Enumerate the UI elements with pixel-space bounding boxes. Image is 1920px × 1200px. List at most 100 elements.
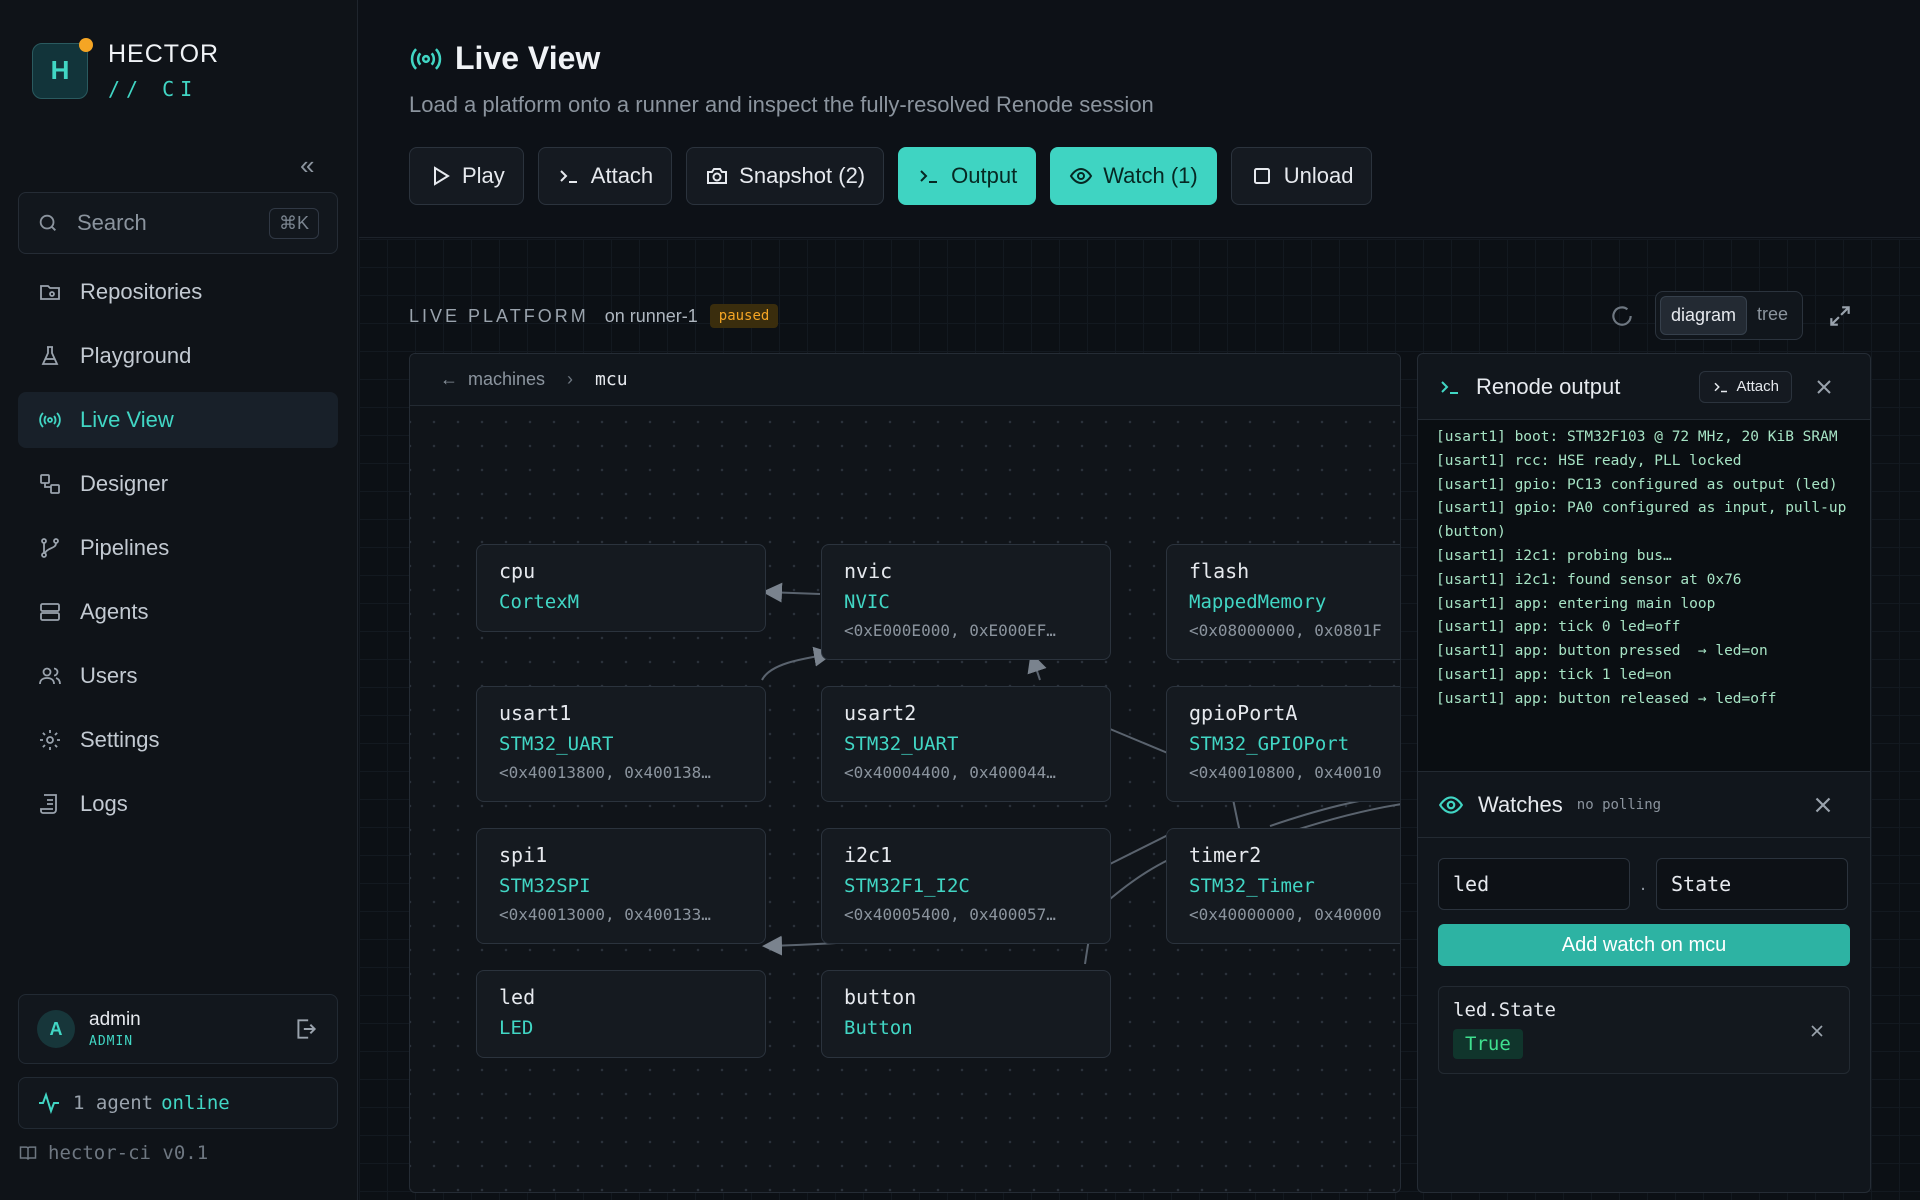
- log-line: [usart1] app: tick 1 led=on: [1436, 666, 1672, 683]
- peripheral-input[interactable]: [1438, 858, 1630, 910]
- sidebar-item-playground[interactable]: Playground: [18, 328, 338, 384]
- sidebar-item-designer[interactable]: Designer: [18, 456, 338, 512]
- node-range: <0x40005400, 0x400057…: [844, 905, 1056, 924]
- sidebar-item-repositories[interactable]: Repositories: [18, 264, 338, 320]
- sidebar-item-live-view[interactable]: Live View: [18, 392, 338, 448]
- unload-label: Unload: [1283, 163, 1354, 188]
- attach-label: Attach: [590, 163, 654, 188]
- close-icon[interactable]: [1810, 792, 1836, 818]
- output-title: Renode output: [1476, 373, 1621, 399]
- collapse-sidebar-icon[interactable]: «: [300, 150, 314, 181]
- node-gpioporta[interactable]: gpioPortA STM32_GPIOPort <0x40010800, 0x…: [1166, 686, 1400, 802]
- activity-icon: [39, 1091, 59, 1115]
- play-button[interactable]: Play: [409, 147, 524, 205]
- output-button[interactable]: Output: [898, 147, 1037, 205]
- node-name: button: [844, 985, 917, 1009]
- node-range: <0xE000E000, 0xE000EF…: [844, 621, 1056, 640]
- gear-icon: [40, 730, 60, 750]
- attach-button[interactable]: Attach: [537, 147, 673, 205]
- brand-name: HECTOR: [108, 40, 220, 68]
- edge-i2c-timer-b: [1109, 858, 1171, 900]
- node-type: STM32_Timer: [1189, 875, 1315, 897]
- watch-label: Watch (1): [1103, 163, 1198, 188]
- sidebar-item-logs[interactable]: Logs: [18, 776, 338, 832]
- view-mode-diagram[interactable]: diagram: [1660, 296, 1748, 335]
- node-usart1[interactable]: usart1 STM32_UART <0x40013800, 0x400138…: [476, 686, 766, 802]
- logs-icon: [40, 794, 57, 814]
- runner-label: on runner-1: [604, 305, 698, 326]
- node-timer2[interactable]: timer2 STM32_Timer <0x40000000, 0x40000: [1166, 828, 1400, 944]
- search-icon: [39, 214, 56, 231]
- sidebar-item-agents[interactable]: Agents: [18, 584, 338, 640]
- watch-form: .: [1418, 838, 1870, 910]
- sidebar-item-label: Settings: [80, 727, 160, 752]
- sidebar-item-label: Agents: [80, 599, 149, 624]
- sidebar-item-label: Repositories: [80, 279, 203, 304]
- node-name: nvic: [844, 559, 893, 583]
- node-spi1[interactable]: spi1 STM32SPI <0x40013000, 0x400133…: [476, 828, 766, 944]
- agents-status[interactable]: 1 agent online: [18, 1077, 338, 1129]
- node-nvic[interactable]: nvic NVIC <0xE000E000, 0xE000EF…: [821, 544, 1111, 660]
- node-flash[interactable]: flash MappedMemory <0x08000000, 0x0801F: [1166, 544, 1400, 660]
- sidebar-item-label: Pipelines: [80, 535, 170, 560]
- expand-icon[interactable]: [1827, 303, 1853, 329]
- node-type: NVIC: [844, 591, 890, 613]
- terminal-icon: [1441, 380, 1458, 394]
- output-log[interactable]: [usart1] boot: STM32F103 @ 72 MHz, 20 Ki…: [1418, 420, 1870, 772]
- agents-online-label: online: [161, 1092, 230, 1114]
- node-cpu[interactable]: cpu CortexM: [476, 544, 766, 632]
- output-header: Renode output Attach: [1418, 354, 1870, 420]
- user-name: admin: [89, 1009, 141, 1030]
- status-dot: [79, 37, 93, 52]
- node-type: CortexM: [499, 591, 580, 613]
- brand[interactable]: H HECTOR // CI: [32, 37, 220, 101]
- side-panel: Renode output Attach [usart1] boot: STM3…: [1417, 353, 1871, 1193]
- node-name: usart2: [844, 701, 917, 725]
- sidebar-item-settings[interactable]: Settings: [18, 712, 338, 768]
- close-icon[interactable]: [1812, 375, 1836, 399]
- node-button[interactable]: button Button: [821, 970, 1111, 1058]
- broadcast-icon: [410, 47, 442, 70]
- sidebar-item-users[interactable]: Users: [18, 648, 338, 704]
- output-attach-button[interactable]: Attach: [1699, 370, 1792, 403]
- logout-icon[interactable]: [293, 1016, 319, 1042]
- version-text: hector-ci v0.1: [48, 1142, 209, 1164]
- terminal-icon: [1714, 382, 1728, 392]
- remove-watch-icon[interactable]: [1807, 1021, 1827, 1041]
- sidebar-item-label: Playground: [80, 343, 192, 368]
- log-line: [usart1] app: button pressed → led=on: [1436, 643, 1768, 660]
- property-input[interactable]: [1656, 858, 1848, 910]
- node-i2c1[interactable]: i2c1 STM32F1_I2C <0x40005400, 0x400057…: [821, 828, 1111, 944]
- node-range: <0x40013000, 0x400133…: [499, 905, 711, 924]
- broadcast-icon: [39, 412, 61, 428]
- refresh-icon[interactable]: [1609, 303, 1635, 329]
- separator-dot: .: [1640, 872, 1646, 895]
- sidebar-item-pipelines[interactable]: Pipelines: [18, 520, 338, 576]
- logo: H: [32, 37, 93, 99]
- search-box[interactable]: Search ⌘K: [18, 192, 338, 254]
- log-line: [usart1] i2c1: found sensor at 0x76: [1436, 571, 1742, 588]
- log-line: [usart1] app: button released → led=off: [1436, 690, 1777, 707]
- view-mode-tree[interactable]: tree: [1747, 296, 1798, 335]
- watches-polling: no polling: [1576, 796, 1662, 813]
- version-link[interactable]: hector-ci v0.1: [18, 1142, 208, 1164]
- play-icon: [434, 166, 450, 186]
- node-name: usart1: [499, 701, 572, 725]
- unload-button[interactable]: Unload: [1230, 147, 1373, 205]
- node-range: <0x40013800, 0x400138…: [499, 763, 711, 782]
- log-line: [usart1] app: tick 0 led=off: [1436, 619, 1681, 636]
- eye-icon: [1070, 167, 1093, 185]
- add-watch-button[interactable]: Add watch on mcu: [1438, 924, 1850, 966]
- platform-diagram[interactable]: ← machines › mcu cpu CortexM nvic NVIC <…: [409, 353, 1401, 1193]
- node-led[interactable]: led LED: [476, 970, 766, 1058]
- snapshot-button[interactable]: Snapshot (2): [686, 147, 885, 205]
- sidebar-item-label: Designer: [80, 471, 169, 496]
- toolbar: Play Attach Snapshot (2) Output Watch (1…: [409, 147, 1386, 205]
- node-range: <0x08000000, 0x0801F: [1189, 621, 1382, 640]
- watch-button[interactable]: Watch (1): [1050, 147, 1217, 205]
- log-line: [usart1] i2c1: probing bus…: [1436, 547, 1672, 564]
- user-card: A admin ADMIN: [18, 994, 338, 1064]
- node-name: flash: [1189, 559, 1250, 583]
- node-usart2[interactable]: usart2 STM32_UART <0x40004400, 0x400044…: [821, 686, 1111, 802]
- main: Live View Load a platform onto a runner …: [359, 0, 1920, 1200]
